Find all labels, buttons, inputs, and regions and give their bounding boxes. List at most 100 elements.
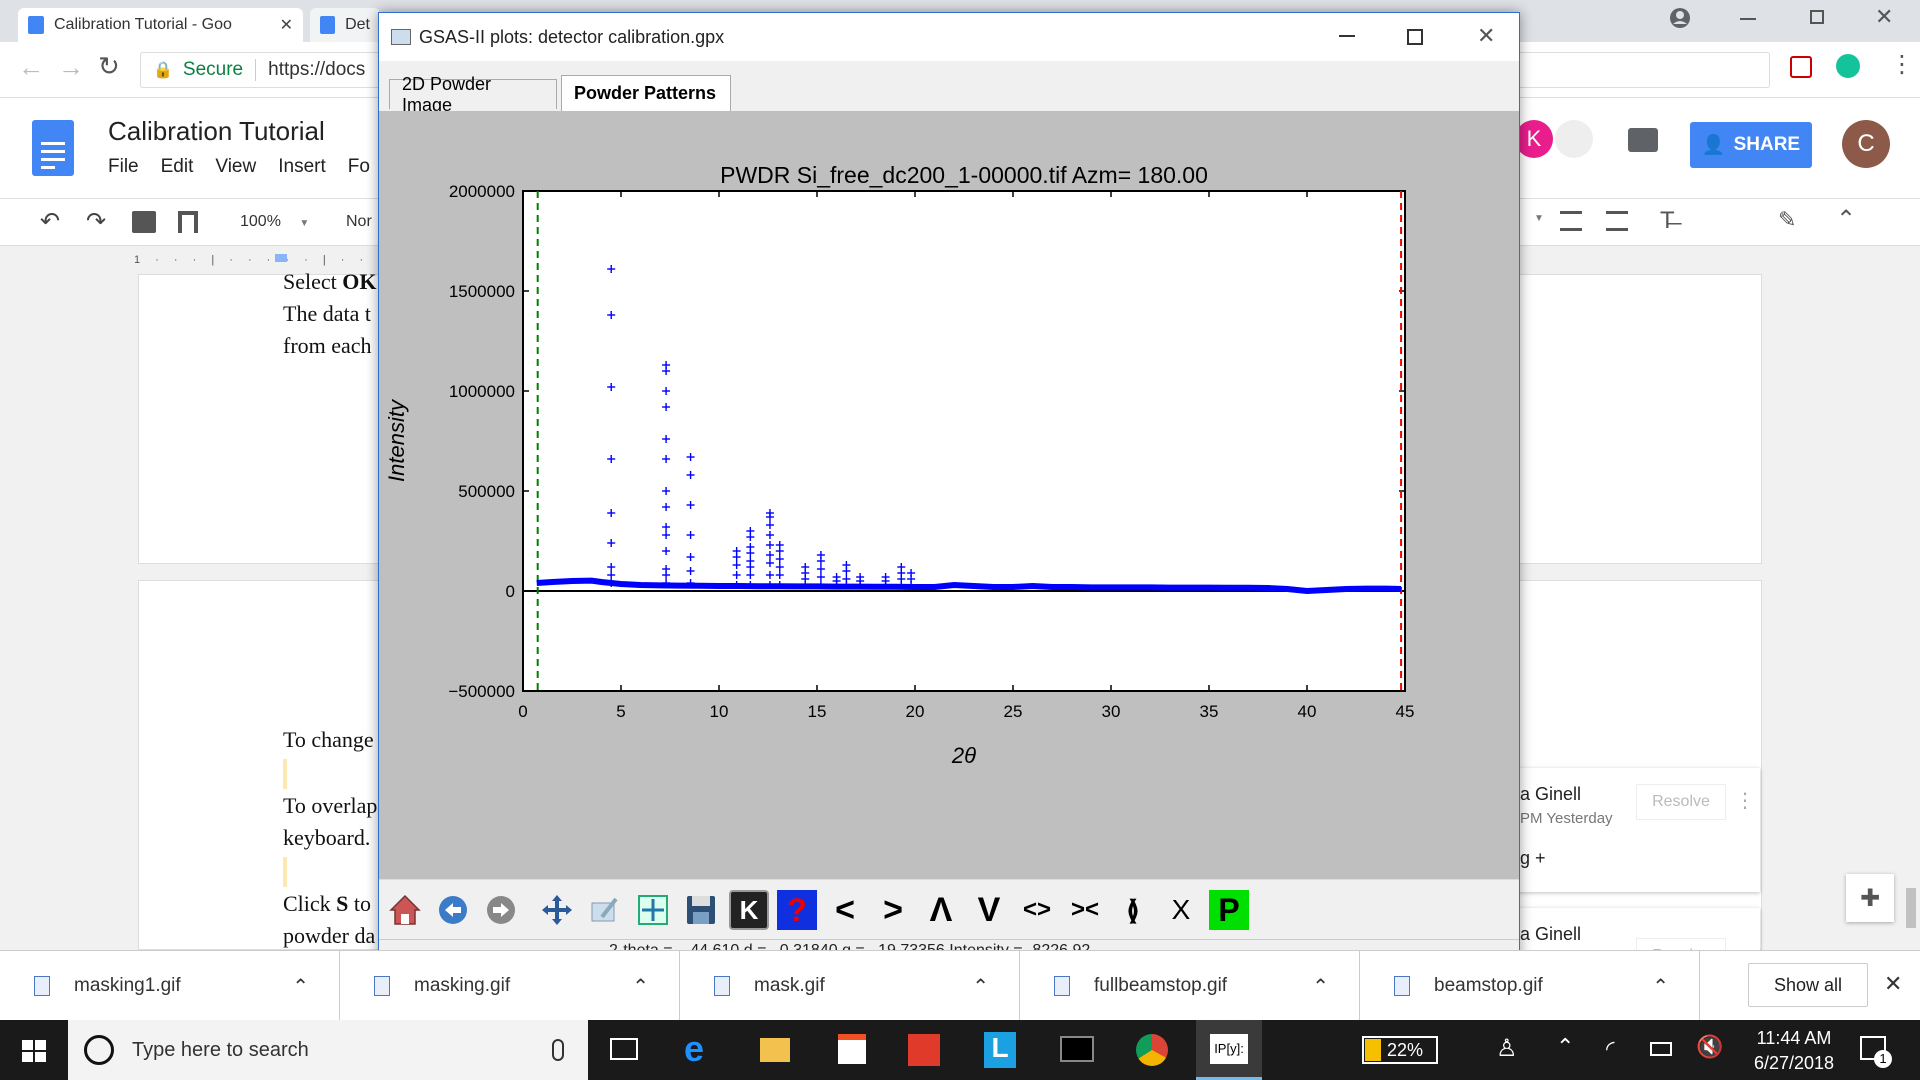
expand-x-icon[interactable]: <> [1017, 890, 1057, 930]
close-window-icon[interactable]: ✕ [1875, 4, 1893, 30]
chevron-up-icon[interactable]: ⌃ [1556, 1034, 1574, 1060]
battery-tray-icon[interactable] [1650, 1042, 1672, 1056]
download-item[interactable]: masking.gif ⌃ [340, 951, 680, 1021]
subplots-icon[interactable] [585, 890, 625, 930]
indent-marker-icon[interactable] [275, 254, 287, 262]
back-icon[interactable]: ← [18, 52, 44, 83]
download-item[interactable]: masking1.gif ⌃ [0, 951, 340, 1021]
zoom-select[interactable]: 100% ▼ [240, 213, 309, 231]
battery-icon[interactable]: 22% [1362, 1036, 1438, 1064]
download-item[interactable]: beamstop.gif ⌃ [1360, 951, 1700, 1021]
close-icon[interactable]: ✕ [1477, 23, 1495, 49]
terminal-icon[interactable] [1060, 1036, 1094, 1062]
forward-icon[interactable]: → [58, 52, 84, 83]
wifi-icon[interactable]: ◜ [1606, 1036, 1615, 1062]
undo-icon[interactable]: ↶ [40, 207, 60, 236]
profile-icon[interactable] [1668, 6, 1692, 30]
app-red-icon[interactable] [908, 1034, 940, 1066]
people-icon[interactable]: ♙ [1496, 1034, 1518, 1063]
help-icon[interactable]: ? [777, 890, 817, 930]
window-title-bar[interactable]: GSAS-II plots: detector calibration.gpx … [379, 13, 1519, 61]
resolve-button[interactable]: Resolve [1636, 784, 1726, 820]
comment-more-icon[interactable]: ⋮ [1735, 788, 1755, 813]
scrollbar-thumb[interactable] [1906, 888, 1916, 928]
comment-card[interactable]: a Ginell Resolve [1505, 908, 1760, 950]
minimize-icon[interactable] [1740, 18, 1756, 20]
doc-title[interactable]: Calibration Tutorial [108, 116, 325, 147]
volume-mute-icon[interactable]: 🔇 [1696, 1034, 1723, 1060]
decrease-indent-icon[interactable] [1560, 211, 1582, 231]
save-icon[interactable] [681, 890, 721, 930]
comments-icon[interactable] [1628, 128, 1658, 152]
shift-up-icon[interactable]: Λ [921, 890, 961, 930]
shift-left-icon[interactable]: < [825, 890, 865, 930]
increase-indent-icon[interactable] [1606, 211, 1628, 231]
chrome-menu-icon[interactable]: ⋮ [1890, 50, 1914, 79]
resolve-button[interactable]: Resolve [1636, 938, 1726, 950]
powder-pattern-chart[interactable]: 0 5 10 15 20 25 30 35 40 45−500000050000010000001… [379, 111, 1519, 879]
redo-icon[interactable]: ↷ [86, 207, 106, 236]
chevron-up-icon[interactable]: ⌃ [632, 974, 649, 999]
menu-view[interactable]: View [215, 156, 256, 178]
collapse-menu-icon[interactable]: ⌃ [1836, 205, 1856, 234]
show-all-button[interactable]: Show all [1748, 963, 1868, 1007]
paint-format-icon[interactable] [178, 211, 198, 233]
close-shelf-icon[interactable]: ✕ [1884, 971, 1902, 997]
chevron-up-icon[interactable]: ⌃ [1312, 974, 1329, 999]
tab-powder-patterns[interactable]: Powder Patterns [561, 75, 731, 111]
tab-2d-powder-image[interactable]: 2D Powder Image [389, 74, 557, 115]
contract-y-icon[interactable]: X [1161, 890, 1201, 930]
clear-formatting-icon[interactable]: T̶ [1660, 207, 1675, 235]
ipython-taskbar-item[interactable]: IP[y]: [1196, 1020, 1262, 1080]
clock[interactable]: 11:44 AM 6/27/2018 [1746, 1028, 1842, 1074]
editing-mode-icon[interactable]: ✎ [1778, 207, 1796, 233]
menu-format[interactable]: Fo [348, 156, 370, 178]
shift-right-icon[interactable]: > [873, 890, 913, 930]
print-icon[interactable] [132, 211, 156, 233]
task-view-icon[interactable] [610, 1038, 638, 1060]
menu-edit[interactable]: Edit [161, 156, 194, 178]
back-arrow-icon[interactable] [433, 890, 473, 930]
edge-icon[interactable]: e [684, 1028, 704, 1070]
download-item[interactable]: mask.gif ⌃ [680, 951, 1020, 1021]
menu-file[interactable]: File [108, 156, 139, 178]
app-l-icon[interactable]: L [984, 1032, 1016, 1068]
reload-icon[interactable]: ↻ [98, 51, 120, 82]
extension-grammarly-icon[interactable] [1836, 54, 1860, 78]
zoom-rect-icon[interactable] [633, 890, 673, 930]
forward-arrow-icon[interactable] [481, 890, 521, 930]
shift-down-icon[interactable]: V [969, 890, 1009, 930]
menu-insert[interactable]: Insert [278, 156, 326, 178]
file-explorer-icon[interactable] [760, 1038, 790, 1062]
account-avatar[interactable]: C [1842, 120, 1890, 168]
windows-start-icon[interactable] [22, 1040, 46, 1062]
chevron-up-icon[interactable]: ⌃ [972, 974, 989, 999]
share-button[interactable]: 👤 SHARE [1690, 122, 1812, 168]
gsas-plot-window[interactable]: GSAS-II plots: detector calibration.gpx … [378, 12, 1520, 963]
chrome-icon[interactable] [1136, 1034, 1168, 1066]
docs-logo-icon[interactable] [32, 120, 74, 176]
chevron-up-icon[interactable]: ⌃ [292, 974, 309, 999]
chat-presence-icon[interactable] [1555, 120, 1593, 158]
taskbar-search-box[interactable]: Type here to search [68, 1020, 588, 1080]
microphone-icon[interactable] [552, 1039, 564, 1061]
maximize-icon[interactable] [1407, 29, 1423, 45]
k-icon[interactable]: K [729, 890, 769, 930]
add-comment-icon[interactable]: ✚ [1846, 874, 1894, 922]
home-icon[interactable] [385, 890, 425, 930]
tab-close-icon[interactable]: ✕ [280, 15, 293, 35]
pan-icon[interactable] [537, 890, 577, 930]
tab-det[interactable]: Det [310, 8, 380, 42]
expand-y-icon[interactable]: ≬ [1113, 890, 1153, 930]
collaborator-avatar[interactable]: K [1515, 120, 1553, 158]
restore-icon[interactable] [1810, 10, 1824, 24]
store-icon[interactable] [838, 1034, 866, 1064]
dropdown-arrow-icon[interactable]: ▼ [1534, 213, 1544, 224]
tab-calibration-tutorial[interactable]: Calibration Tutorial - Goo ✕ [18, 8, 303, 42]
minimize-icon[interactable] [1339, 35, 1355, 37]
extension-pocket-icon[interactable] [1790, 56, 1812, 78]
p-icon[interactable]: P [1209, 890, 1249, 930]
contract-x-icon[interactable]: >< [1065, 890, 1105, 930]
comment-card[interactable]: a Ginell PM Yesterday Resolve ⋮ g + [1505, 768, 1760, 892]
download-item[interactable]: fullbeamstop.gif ⌃ [1020, 951, 1360, 1021]
